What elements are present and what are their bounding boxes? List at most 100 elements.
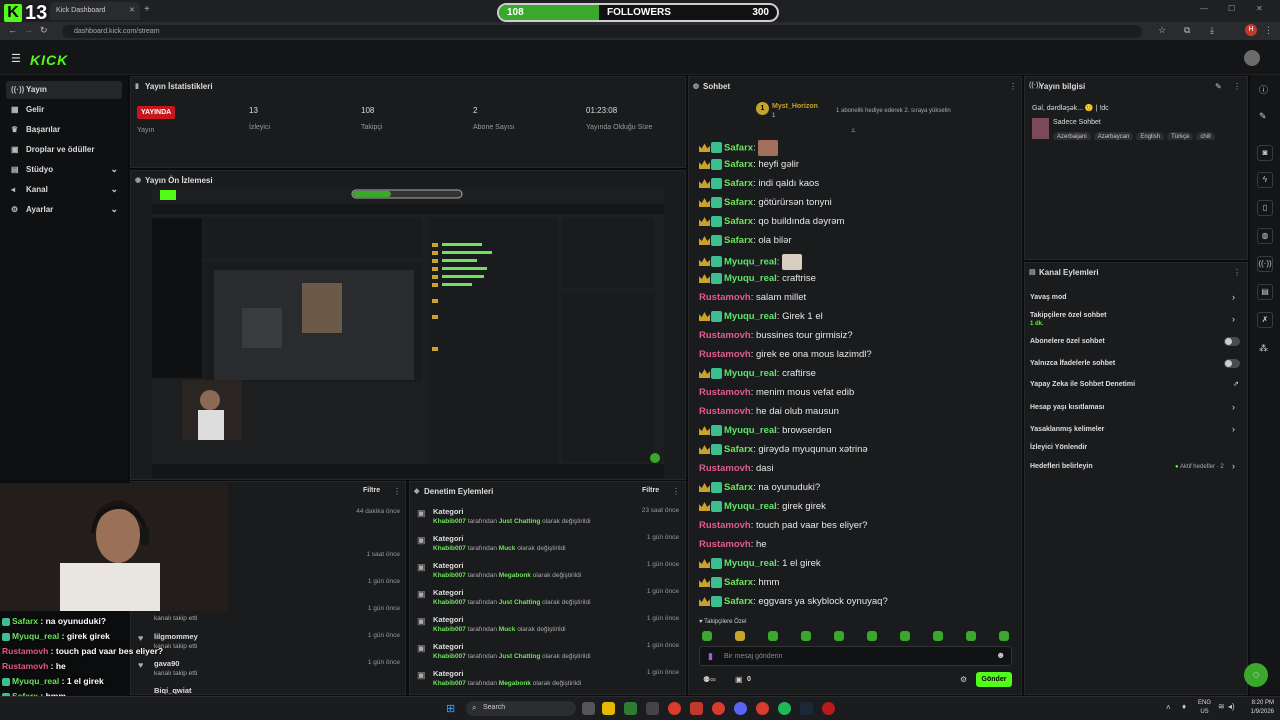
layout-icon[interactable]: ▤ xyxy=(1257,284,1273,300)
mod-user[interactable]: Khabib007 xyxy=(433,572,466,579)
volume-icon[interactable]: ◂) xyxy=(1228,702,1235,711)
chat-username[interactable]: Rustamovh xyxy=(699,539,751,550)
chrome-icon[interactable] xyxy=(756,702,769,715)
send-button[interactable]: Gönder xyxy=(976,672,1012,687)
download-icon[interactable]: ⤓ xyxy=(1210,25,1214,36)
discord-icon[interactable] xyxy=(734,702,747,715)
action-raid[interactable]: İzleyici Yönlendir xyxy=(1030,444,1087,451)
chat-username[interactable]: Safarx xyxy=(724,482,753,493)
chat-username[interactable]: Safarx xyxy=(724,159,753,170)
chat-bubble-icon[interactable]: ◍ xyxy=(1257,228,1273,244)
action-goals[interactable]: Hedefleri belirleyin xyxy=(1030,463,1093,470)
spotify-icon[interactable] xyxy=(778,702,791,715)
hamburger-menu-icon[interactable]: ☰ xyxy=(11,52,21,65)
action-emote-only[interactable]: Yalnızca İfadelerle sohbet xyxy=(1030,360,1115,367)
tray-chevron-icon[interactable]: ˄ xyxy=(1166,703,1171,712)
mod-user[interactable]: Khabib007 xyxy=(433,545,466,552)
chrome-icon[interactable] xyxy=(668,702,681,715)
external-link-icon[interactable]: ⇗ xyxy=(1233,380,1239,388)
chat-username[interactable]: Rustamovh xyxy=(699,292,751,303)
support-chat-icon[interactable]: ◌ xyxy=(1244,663,1268,687)
app-icon[interactable] xyxy=(822,702,835,715)
sidebar-item-basarilar[interactable]: ♛ Başarılar xyxy=(6,121,122,139)
chat-username[interactable]: Rustamovh xyxy=(699,330,751,341)
back-icon[interactable]: ← xyxy=(8,25,17,35)
chevron-right-icon[interactable]: › xyxy=(1232,314,1235,324)
maximize-icon[interactable]: ☐ xyxy=(1228,4,1235,13)
new-tab-icon[interactable]: + xyxy=(144,4,150,15)
chat-username[interactable]: Rustamovh xyxy=(699,520,751,531)
chat-username[interactable]: Myuqu_real xyxy=(724,558,777,569)
broadcast-icon[interactable]: ((·)) xyxy=(1257,256,1273,272)
activity-user[interactable]: lilgmommey xyxy=(154,632,400,641)
app-icon[interactable] xyxy=(624,702,637,715)
chat-username[interactable]: Safarx xyxy=(724,216,753,227)
action-banned-words[interactable]: Yasaklanmış kelimeler xyxy=(1030,426,1104,433)
steam-icon[interactable] xyxy=(800,702,813,715)
moderation-filter-button[interactable]: Filtre xyxy=(642,487,659,494)
store-icon[interactable] xyxy=(646,702,659,715)
chat-users-icon[interactable]: ⚉∞ xyxy=(703,675,716,684)
chat-username[interactable]: Rustamovh xyxy=(699,463,751,474)
action-subscribers-only[interactable]: Abonelere özel sohbet xyxy=(1030,338,1105,345)
sidebar-item-kanal[interactable]: ◂ Kanal ⌄ xyxy=(6,181,122,199)
chevron-right-icon[interactable]: › xyxy=(1232,292,1235,302)
wifi-icon[interactable]: ≋ xyxy=(1218,702,1225,711)
mic-tray-icon[interactable]: ♦ xyxy=(1182,702,1186,711)
mod-user[interactable]: Khabib007 xyxy=(433,599,466,606)
extensions-icon[interactable]: ⧉ xyxy=(1184,25,1190,36)
category-name[interactable]: Sadece Sohbet xyxy=(1053,119,1101,126)
emote-shortcut-icon[interactable] xyxy=(834,631,844,641)
chat-username[interactable]: Safarx xyxy=(724,197,753,208)
info-icon[interactable]: ⓘ xyxy=(1259,83,1268,96)
emote-shortcut-icon[interactable] xyxy=(867,631,877,641)
pencil-icon[interactable]: ✎ xyxy=(1259,111,1267,122)
mod-user[interactable]: Khabib007 xyxy=(433,518,466,525)
clock[interactable]: 8:20 PM 1/9/2026 xyxy=(1246,699,1274,717)
emote-shortcut-icon[interactable] xyxy=(900,631,910,641)
subscribers-only-toggle[interactable] xyxy=(1224,337,1240,346)
action-ai-moderation[interactable]: Yapay Zeka ile Sohbet Denetimi xyxy=(1030,381,1135,388)
sidebar-item-studyo[interactable]: ▤ Stüdyo ⌄ xyxy=(6,161,122,179)
kick-logo[interactable]: KICK xyxy=(30,52,68,68)
pinned-user[interactable]: Myst_Horizon xyxy=(772,103,818,110)
emote-shortcut-icon[interactable] xyxy=(801,631,811,641)
mic-icon[interactable]: ▮ xyxy=(708,651,713,662)
chrome-active-icon[interactable] xyxy=(712,702,725,715)
nodes-icon[interactable]: ⁂ xyxy=(1259,343,1268,354)
document-icon[interactable]: ▯ xyxy=(1257,200,1273,216)
chat-username[interactable]: Safarx xyxy=(724,143,753,154)
action-followers-only[interactable]: Takipçilere özel sohbet 1 dk. xyxy=(1030,312,1107,327)
chevron-right-icon[interactable]: › xyxy=(1232,424,1235,434)
emoji-picker-icon[interactable]: ☻ xyxy=(996,650,1005,660)
taskview-icon[interactable] xyxy=(582,702,595,715)
chat-settings-icon[interactable]: ⚙ xyxy=(960,675,967,684)
emote-shortcut-icon[interactable] xyxy=(768,631,778,641)
chat-username[interactable]: Safarx xyxy=(724,577,753,588)
file-explorer-icon[interactable] xyxy=(602,702,615,715)
chat-username[interactable]: Myuqu_real xyxy=(724,368,777,379)
edit-pencil-icon[interactable]: ✎ xyxy=(1215,82,1222,91)
emote-shortcut-icon[interactable] xyxy=(702,631,712,641)
chat-username[interactable]: Myuqu_real xyxy=(724,273,777,284)
chat-username[interactable]: Myuqu_real xyxy=(724,257,777,268)
activity-filter-button[interactable]: Filtre xyxy=(363,487,380,494)
channel-actions-more-icon[interactable]: ⋮ xyxy=(1233,268,1241,277)
chat-more-icon[interactable]: ⋮ xyxy=(1009,82,1017,91)
chat-username[interactable]: Safarx xyxy=(724,596,753,607)
chat-username[interactable]: Safarx xyxy=(724,235,753,246)
forward-icon[interactable]: → xyxy=(24,25,33,35)
stream-preview-video[interactable] xyxy=(152,188,664,478)
chat-username[interactable]: Safarx xyxy=(724,444,753,455)
chat-username[interactable]: Myuqu_real xyxy=(724,501,777,512)
taskbar-search[interactable]: ⌕ Search xyxy=(466,701,576,716)
mod-user[interactable]: Khabib007 xyxy=(433,626,466,633)
profile-avatar[interactable]: H xyxy=(1245,24,1257,36)
chat-username[interactable]: Rustamovh xyxy=(699,387,751,398)
chat-input[interactable]: ▮ Bir mesaj gönderin ☻ xyxy=(699,646,1012,666)
action-slow-mode[interactable]: Yavaş mod xyxy=(1030,294,1067,301)
emote-only-toggle[interactable] xyxy=(1224,359,1240,368)
windows-start-icon[interactable]: ⊞ xyxy=(446,702,455,715)
chevron-right-icon[interactable]: › xyxy=(1232,402,1235,412)
sidebar-item-gelir[interactable]: ▦ Gelir xyxy=(6,101,122,119)
